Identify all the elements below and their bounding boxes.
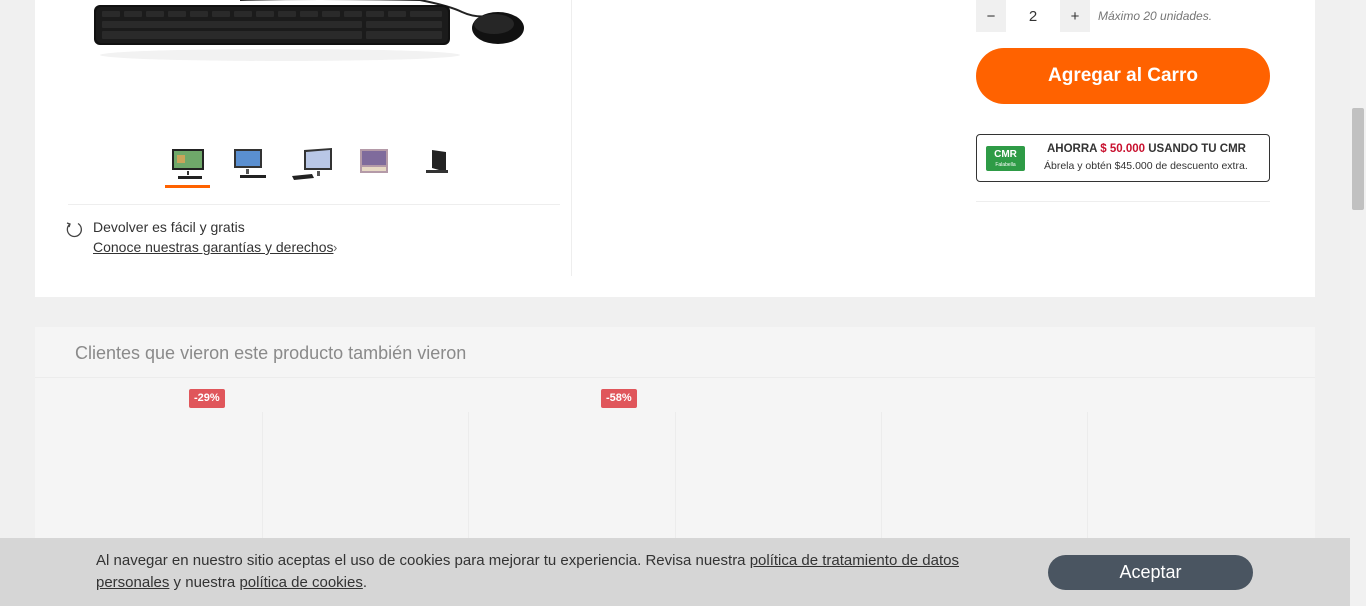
guarantees-link[interactable]: Conoce nuestras garantías y derechos [93,239,333,255]
quantity-max-note: Máximo 20 unidades. [1098,9,1213,23]
cmr-logo-text: CMR [994,149,1017,160]
cookie-text-part: Al navegar en nuestro sitio aceptas el u… [96,552,750,569]
all-in-one-pc-purple-wallpaper-icon [359,149,388,173]
product-gallery: Devolver es fácil y gratis Conoce nuestr… [35,0,572,276]
product-card: Devolver es fácil y gratis Conoce nuestr… [35,0,1315,297]
quantity-increase-button[interactable]: + [1060,0,1090,32]
accept-cookies-button[interactable]: Aceptar [1048,555,1253,590]
thumbnail-2[interactable] [227,146,272,188]
main-product-image[interactable] [90,0,530,125]
cookie-message: Al navegar en nuestro sitio aceptas el u… [96,550,1026,594]
return-arrow-icon [66,222,82,238]
cmr-savings-line: AHORRA $ 50.000 USANDO TU CMR [1047,143,1246,155]
discount-badge: -29% [189,389,225,408]
cookie-consent-bar: Al navegar en nuestro sitio aceptas el u… [0,538,1350,606]
discount-badge: -58% [601,389,637,408]
cmr-save-prefix: AHORRA [1047,143,1098,155]
divider [68,204,560,205]
cookie-text-part: y nuestra [169,574,240,591]
thumbnail-3[interactable] [289,146,334,188]
cmr-save-amount: $ 50.000 [1100,143,1146,155]
chevron-right-icon: › [333,240,338,255]
all-in-one-pc-green-wallpaper-icon [171,149,204,179]
thumbnail-1[interactable] [165,146,210,188]
cmr-promo-banner[interactable]: CMR Falabella AHORRA $ 50.000 USANDO TU … [976,134,1270,182]
cmr-logo: CMR Falabella [986,146,1025,171]
quantity-input[interactable] [1006,0,1060,32]
recommendations-header: Clientes que vieron este producto tambié… [35,327,1315,378]
returns-title: Devolver es fácil y gratis [93,219,245,235]
thumbnail-strip [165,146,475,188]
add-to-cart-button[interactable]: Agregar al Carro [976,48,1270,104]
cmr-logo-subtext: Falabella [995,162,1016,168]
scrollbar-thumb[interactable] [1352,108,1364,210]
page-scrollbar[interactable] [1350,0,1366,606]
all-in-one-pc-blue-wallpaper-icon [233,149,266,178]
purchase-panel: − + Máximo 20 unidades. Agregar al Carro… [976,0,1270,276]
cmr-save-suffix: USANDO TU CMR [1148,143,1246,155]
thumbnail-5[interactable] [413,146,458,188]
cmr-subtitle: Ábrela y obtén $45.000 de descuento extr… [1044,160,1248,172]
all-in-one-pc-angle-view-icon [291,148,332,180]
cookie-policy-link[interactable]: política de cookies [239,574,362,591]
quantity-decrease-button[interactable]: − [976,0,1006,32]
all-in-one-pc-back-view-icon [425,150,448,173]
thumbnail-4[interactable] [351,146,396,188]
divider [976,201,1270,202]
cookie-text-part: . [362,574,368,591]
recommendations-title: Clientes que vieron este producto tambié… [75,343,467,363]
